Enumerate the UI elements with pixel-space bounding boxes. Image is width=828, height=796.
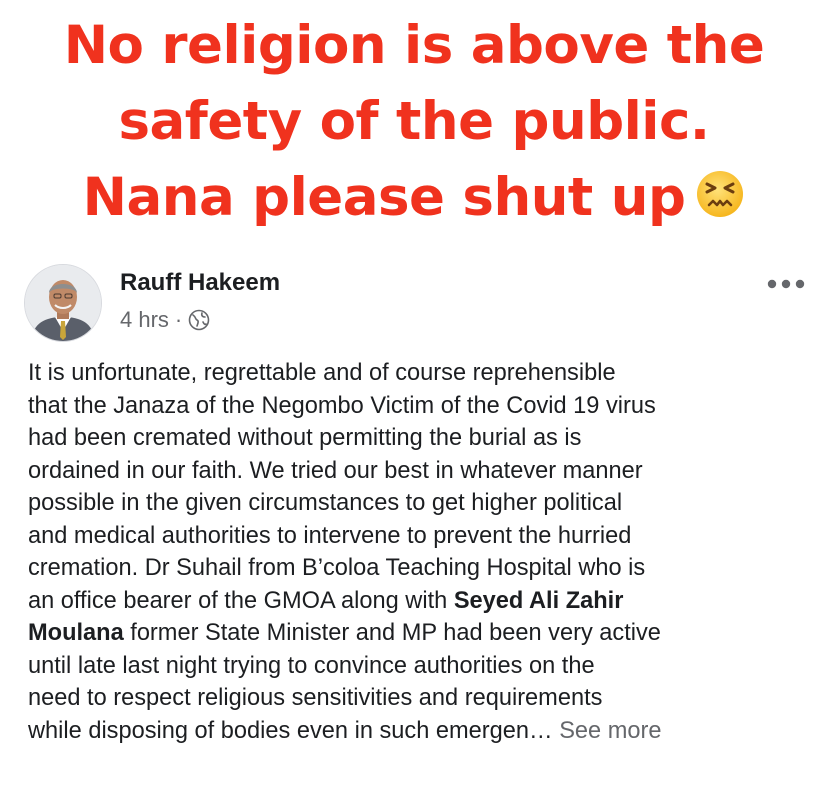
meta-separator: · <box>174 307 183 332</box>
see-more-link[interactable]: See more <box>559 718 661 744</box>
post-text: former State Minister and MP had been ve… <box>123 620 661 646</box>
facebook-post: Rauff Hakeem 4 hrs · It is unfortunate, … <box>0 255 828 796</box>
avatar[interactable] <box>24 264 102 342</box>
caption-line-3-text: Nana please shut up <box>82 167 686 228</box>
globe-icon <box>188 309 210 331</box>
caption-line-3: Nana please shut up <box>0 160 828 236</box>
author-name[interactable]: Rauff Hakeem <box>120 269 280 297</box>
post-line: while disposing of bodies even in such e… <box>28 715 818 748</box>
post-meta: 4 hrs · <box>120 307 210 333</box>
post-line: ordained in our faith. We tried our best… <box>28 457 643 484</box>
post-line: Moulana former State Minister and MP had… <box>28 617 818 650</box>
post-line: cremation. Dr Suhail from B’coloa Teachi… <box>28 555 646 581</box>
post-text: an office bearer of the GMOA along with <box>28 587 454 614</box>
post-line: that the Janaza of the Negombo Victim of… <box>28 392 656 419</box>
post-line: It is unfortunate, regrettable and of co… <box>28 360 616 386</box>
post-text: while disposing of bodies even in such e… <box>28 717 553 744</box>
avatar-photo <box>25 265 101 341</box>
post-line: an office bearer of the GMOA along with … <box>28 585 818 618</box>
caption-line-2: safety of the public. <box>118 91 710 152</box>
caption-line-1: No religion is above the <box>63 15 765 76</box>
confounded-face-icon <box>697 171 744 217</box>
more-options-icon[interactable] <box>764 277 808 291</box>
post-line: had been cremated without permitting the… <box>28 425 582 451</box>
post-body: It is unfortunate, regrettable and of co… <box>28 357 818 747</box>
post-line: and medical authorities to intervene to … <box>28 522 632 549</box>
meme-caption: No religion is above the safety of the p… <box>0 8 828 236</box>
post-line: until late last night trying to convince… <box>28 652 595 679</box>
tagged-name[interactable]: Seyed Ali Zahir <box>454 588 624 614</box>
post-line: need to respect religious sensitivities … <box>28 685 603 711</box>
tagged-name[interactable]: Moulana <box>28 620 124 646</box>
post-time[interactable]: 4 hrs <box>120 307 169 333</box>
post-line: possible in the given circumstances to g… <box>28 490 623 516</box>
